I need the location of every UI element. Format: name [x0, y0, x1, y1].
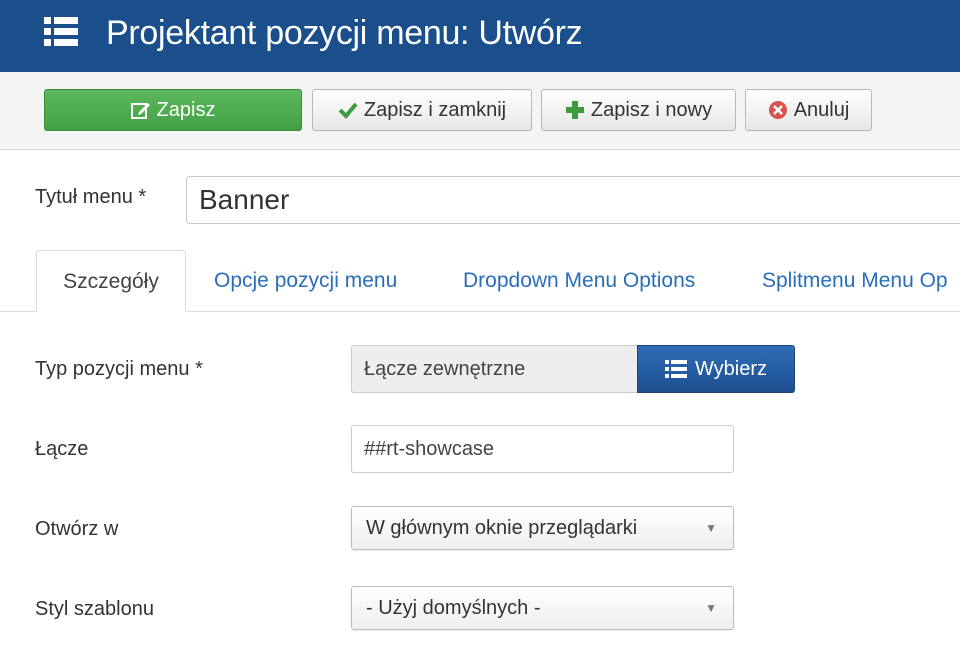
- menu-title-label: Tytuł menu *: [35, 186, 147, 208]
- template-style-select[interactable]: - Użyj domyślnych - ▼: [351, 586, 734, 630]
- chevron-down-icon: ▼: [705, 521, 717, 535]
- save-label: Zapisz: [156, 98, 216, 121]
- cancel-button[interactable]: Anuluj: [745, 89, 872, 131]
- menu-item-type-label: Typ pozycji menu *: [35, 358, 203, 380]
- save-close-label: Zapisz i zamknij: [363, 98, 507, 121]
- link-label: Łącze: [35, 438, 89, 460]
- tab-splitmenu-menu-options[interactable]: Splitmenu Menu Op: [762, 250, 948, 312]
- tab-menu-item-options[interactable]: Opcje pozycji menu: [214, 250, 397, 312]
- template-style-value: - Użyj domyślnych -: [366, 597, 541, 619]
- save-close-button[interactable]: Zapisz i zamknij: [312, 89, 532, 131]
- tab-details[interactable]: Szczegóły: [36, 250, 186, 312]
- chevron-down-icon: ▼: [705, 601, 717, 615]
- choose-label: Wybierz: [694, 357, 768, 380]
- link-input[interactable]: ##rt-showcase: [351, 425, 734, 473]
- list-icon: [664, 359, 687, 379]
- cancel-circle-icon: [768, 100, 788, 120]
- cancel-label: Anuluj: [793, 98, 850, 121]
- template-style-label: Styl szablonu: [35, 598, 154, 620]
- menu-title-input[interactable]: Banner: [186, 176, 960, 224]
- choose-button[interactable]: Wybierz: [637, 345, 795, 393]
- save-new-button[interactable]: Zapisz i nowy: [541, 89, 736, 131]
- list-icon: [44, 17, 78, 46]
- open-in-select[interactable]: W głównym oknie przeglądarki ▼: [351, 506, 734, 550]
- save-button[interactable]: Zapisz: [44, 89, 302, 131]
- edit-icon: [130, 100, 151, 120]
- open-in-value: W głównym oknie przeglądarki: [366, 517, 638, 539]
- open-in-label: Otwórz w: [35, 518, 119, 540]
- menu-item-type-field: Łącze zewnętrzne: [351, 345, 638, 393]
- check-icon: [338, 101, 358, 119]
- toolbar: Zapisz Zapisz i zamknij Zapisz i nowy An…: [0, 72, 960, 150]
- page-header: Projektant pozycji menu: Utwórz: [0, 0, 960, 72]
- page-title: Projektant pozycji menu: Utwórz: [106, 14, 583, 52]
- save-new-label: Zapisz i nowy: [590, 98, 713, 121]
- tab-dropdown-menu-options[interactable]: Dropdown Menu Options: [463, 250, 695, 312]
- plus-icon: [565, 100, 585, 120]
